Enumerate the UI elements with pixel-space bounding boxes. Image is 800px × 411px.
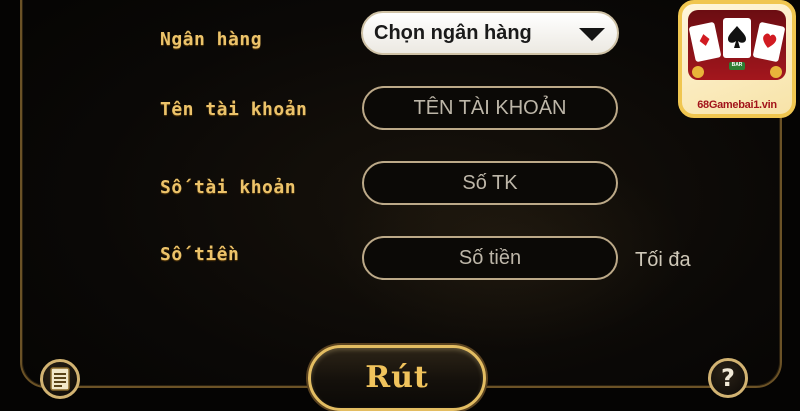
- account-number-placeholder: Số TK: [462, 171, 518, 194]
- amount-input[interactable]: Số tiền: [362, 236, 618, 280]
- logo-chip-text: BAR: [731, 62, 743, 68]
- withdraw-label: Rút: [365, 360, 429, 395]
- account-number-label: Số tài khoản: [160, 177, 297, 198]
- question-icon: ?: [721, 364, 735, 392]
- withdraw-button[interactable]: Rút: [308, 345, 486, 411]
- amount-placeholder: Số tiền: [458, 246, 522, 269]
- max-amount-button[interactable]: Tối đa: [635, 249, 691, 272]
- logo-card-area: BAR: [688, 10, 786, 80]
- bank-select-value: Chọn ngân hàng: [374, 21, 532, 44]
- document-list-icon: [50, 367, 70, 391]
- site-logo: BAR 68Gamebai1.vin: [678, 0, 796, 118]
- account-name-placeholder: TÊN TÀI KHOẢN: [413, 96, 567, 119]
- account-name-input[interactable]: TÊN TÀI KHOẢN: [362, 86, 618, 130]
- help-button[interactable]: ?: [708, 358, 748, 398]
- playing-cards-icon: [689, 18, 785, 78]
- account-name-label: Tên tài khoản: [160, 99, 308, 120]
- account-number-input[interactable]: Số TK: [362, 161, 618, 205]
- bank-label: Ngân hàng: [160, 29, 263, 50]
- chevron-down-icon: [579, 28, 605, 41]
- bank-select[interactable]: Chọn ngân hàng: [361, 11, 619, 55]
- logo-site-name: 68Gamebai1.vin: [697, 99, 777, 111]
- amount-label: Số tiền: [160, 244, 240, 265]
- history-button[interactable]: [40, 359, 80, 399]
